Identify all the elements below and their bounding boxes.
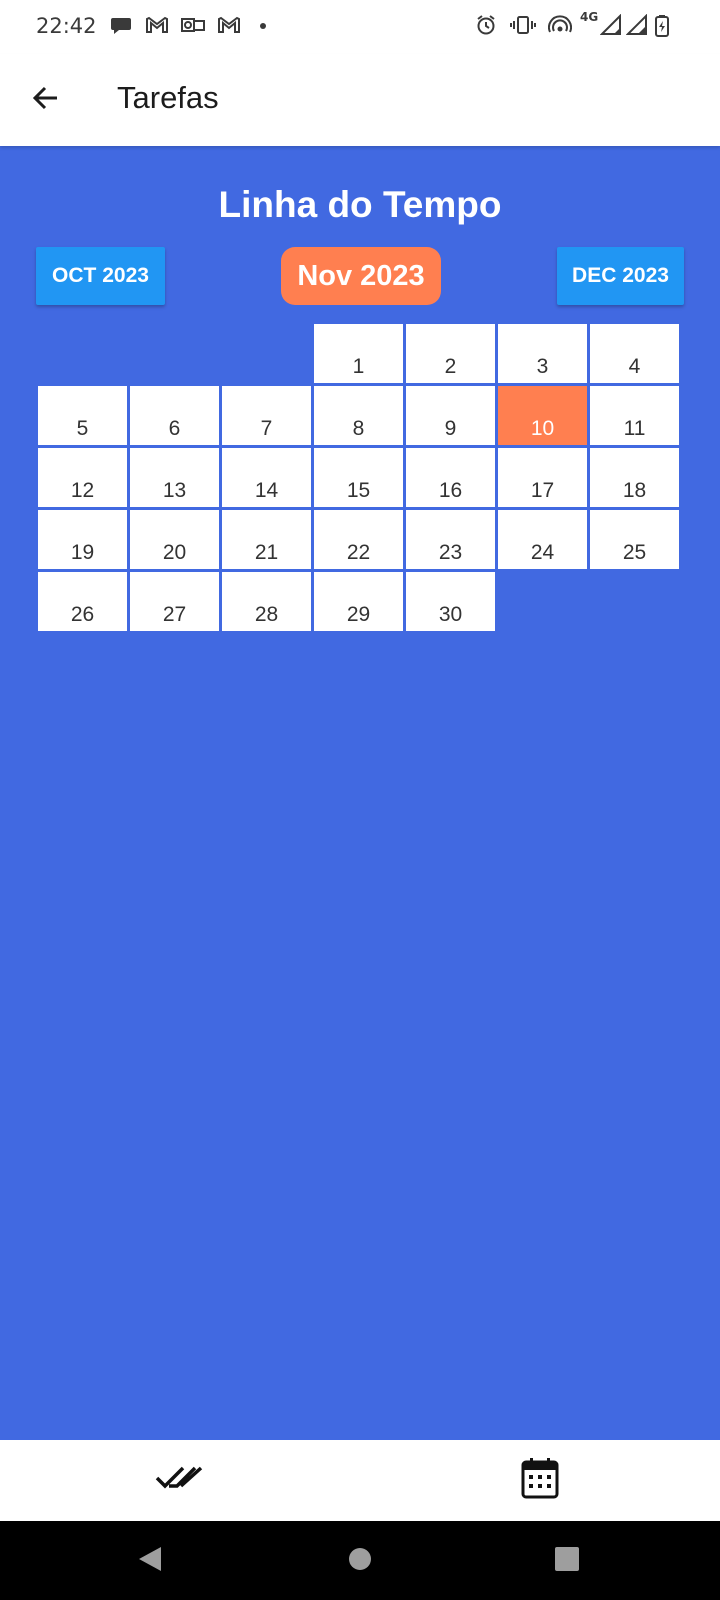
page-title: Tarefas [117,80,219,115]
calendar-day[interactable]: 29 [314,572,403,631]
calendar-day[interactable]: 2 [406,324,495,383]
calendar-day[interactable]: 9 [406,386,495,445]
calendar-day[interactable]: 11 [590,386,679,445]
calendar-day[interactable]: 7 [222,386,311,445]
calendar-day[interactable]: 4 [590,324,679,383]
arrow-left-icon [31,83,61,118]
timeline-title: Linha do Tempo [218,184,502,225]
previous-month-button[interactable]: OCT 2023 [36,247,165,305]
calendar-day[interactable]: 5 [38,386,127,445]
calendar-day[interactable]: 8 [314,386,403,445]
calendar-day[interactable]: 15 [314,448,403,507]
calendar-day[interactable]: 14 [222,448,311,507]
calendar-day[interactable]: 3 [498,324,587,383]
triangle-back-icon [137,1545,163,1578]
calendar-day[interactable]: 21 [222,510,311,569]
calendar-day[interactable]: 22 [314,510,403,569]
calendar-day[interactable]: 19 [38,510,127,569]
dot-icon [258,14,268,36]
app-bar: Tarefas [0,54,720,146]
double-check-icon [155,1463,205,1498]
back-button[interactable] [22,76,70,124]
calendar-day[interactable]: 26 [38,572,127,631]
status-time: 22:42 [36,14,97,38]
system-back-button[interactable] [130,1541,170,1581]
calendar-day[interactable]: 23 [406,510,495,569]
network-type-label: 4G [580,10,599,24]
bottom-navigation [0,1440,720,1521]
system-recents-button[interactable] [547,1541,587,1581]
status-bar: 22:42 4G [0,0,720,54]
calendar-day[interactable]: 27 [130,572,219,631]
next-month-button[interactable]: DEC 2023 [557,247,684,305]
calendar-day[interactable]: 17 [498,448,587,507]
hotspot-icon [548,14,572,36]
gmail-icon [145,14,169,36]
tasks-tab[interactable] [0,1440,360,1521]
calendar-tab[interactable] [360,1440,720,1521]
calendar-day[interactable]: 25 [590,510,679,569]
signal-icon [600,14,622,36]
outlook-icon [181,14,205,36]
circle-home-icon [347,1546,373,1577]
calendar-day[interactable]: 28 [222,572,311,631]
system-navigation-bar [0,1521,720,1600]
calendar-day[interactable]: 1 [314,324,403,383]
calendar-day[interactable]: 20 [130,510,219,569]
signal-icon [626,14,648,36]
calendar-day[interactable]: 12 [38,448,127,507]
calendar-day[interactable]: 30 [406,572,495,631]
vibrate-icon [510,14,536,36]
calendar-day[interactable]: 16 [406,448,495,507]
calendar-day-selected[interactable]: 10 [498,386,587,445]
calendar-day[interactable]: 24 [498,510,587,569]
battery-charging-icon [654,14,670,37]
calendar-day[interactable]: 6 [130,386,219,445]
alarm-icon [475,14,497,36]
system-home-button[interactable] [340,1541,380,1581]
square-recents-icon [554,1546,580,1577]
calendar-day[interactable]: 13 [130,448,219,507]
timeline-panel: Linha do Tempo OCT 2023 Nov 2023 DEC 202… [0,146,720,1440]
chat-icon [110,14,132,36]
gmail-icon [217,14,241,36]
current-month-label: Nov 2023 [281,247,441,305]
calendar-day[interactable]: 18 [590,448,679,507]
calendar-icon [521,1457,559,1504]
